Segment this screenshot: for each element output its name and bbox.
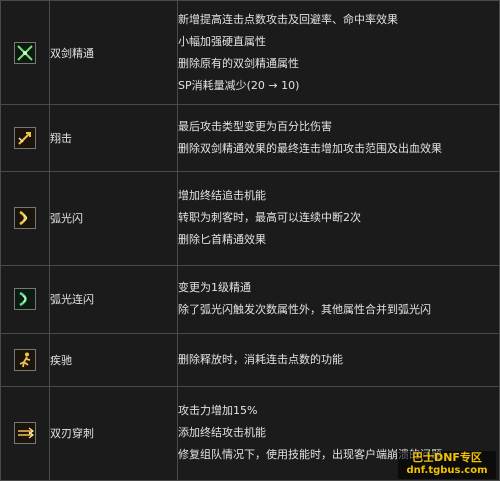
description-line: SP消耗量减少(20 → 10): [178, 78, 300, 92]
crossed-swords-icon: [14, 41, 36, 64]
watermark-url: dnf.tgbus.com: [406, 465, 488, 476]
site-watermark: 巴士DNF专区 dnf.tgbus.com: [398, 451, 496, 479]
skill-description: 增加终结追击机能 转职为刺客时，最高可以连续中断2次 删除匕首精通效果: [177, 170, 500, 266]
description-line: 添加终结攻击机能: [178, 426, 266, 440]
icon-cell: [0, 332, 50, 387]
skill-name: 双剑精通: [49, 0, 178, 106]
table-row: 疾驰 删除释放时，消耗连击点数的功能: [0, 332, 500, 387]
icon-cell: [0, 0, 50, 106]
skill-description: 变更为1级精通 除了弧光闪触发次数属性外，其他属性合并到弧光闪: [177, 264, 500, 334]
skill-name: 双刃穿刺: [49, 385, 178, 481]
skill-name: 翔击: [49, 104, 178, 172]
skill-description: 新增提高连击点数攻击及回避率、命中率效果 小幅加强硬直属性 删除原有的双剑精通属…: [177, 0, 500, 106]
twin-blade-pierce-icon: [14, 422, 36, 445]
arc-flash-combo-icon: [14, 288, 36, 311]
icon-cell: [0, 170, 50, 266]
table-row: 翔击 最后攻击类型变更为百分比伤害 删除双剑精通效果的最终连击增加攻击范围及出血…: [0, 104, 500, 172]
description-line: 变更为1级精通: [178, 281, 251, 295]
description-line: 最后攻击类型变更为百分比伤害: [178, 119, 332, 133]
skill-name: 疾驰: [49, 332, 178, 387]
description-line: 删除释放时，消耗连击点数的功能: [178, 352, 343, 366]
table-row: 弧光闪 增加终结追击机能 转职为刺客时，最高可以连续中断2次 删除匕首精通效果: [0, 170, 500, 266]
skill-name: 弧光连闪: [49, 264, 178, 334]
table-row: 弧光连闪 变更为1级精通 除了弧光闪触发次数属性外，其他属性合并到弧光闪: [0, 264, 500, 334]
description-line: 删除原有的双剑精通属性: [178, 56, 299, 70]
leap-strike-icon: [14, 126, 36, 149]
description-line: 转职为刺客时，最高可以连续中断2次: [178, 211, 361, 225]
description-line: 除了弧光闪触发次数属性外，其他属性合并到弧光闪: [178, 303, 431, 317]
skill-name: 弧光闪: [49, 170, 178, 266]
description-line: 增加终结追击机能: [178, 189, 266, 203]
skill-description: 删除释放时，消耗连击点数的功能: [177, 332, 500, 387]
watermark-title: 巴士DNF专区: [412, 451, 482, 464]
description-line: 新增提高连击点数攻击及回避率、命中率效果: [178, 12, 398, 26]
icon-cell: [0, 104, 50, 172]
table-row: 双剑精通 新增提高连击点数攻击及回避率、命中率效果 小幅加强硬直属性 删除原有的…: [0, 0, 500, 106]
icon-cell: [0, 385, 50, 481]
description-line: 攻击力增加15%: [178, 404, 258, 418]
sprint-icon: [14, 348, 36, 371]
skill-change-table: 双剑精通 新增提高连击点数攻击及回避率、命中率效果 小幅加强硬直属性 删除原有的…: [0, 0, 500, 481]
description-line: 删除双剑精通效果的最终连击增加攻击范围及出血效果: [178, 141, 442, 155]
description-line: 删除匕首精通效果: [178, 233, 266, 247]
arc-flash-icon: [14, 207, 36, 230]
icon-cell: [0, 264, 50, 334]
description-line: 小幅加强硬直属性: [178, 34, 266, 48]
skill-description: 最后攻击类型变更为百分比伤害 删除双剑精通效果的最终连击增加攻击范围及出血效果: [177, 104, 500, 172]
